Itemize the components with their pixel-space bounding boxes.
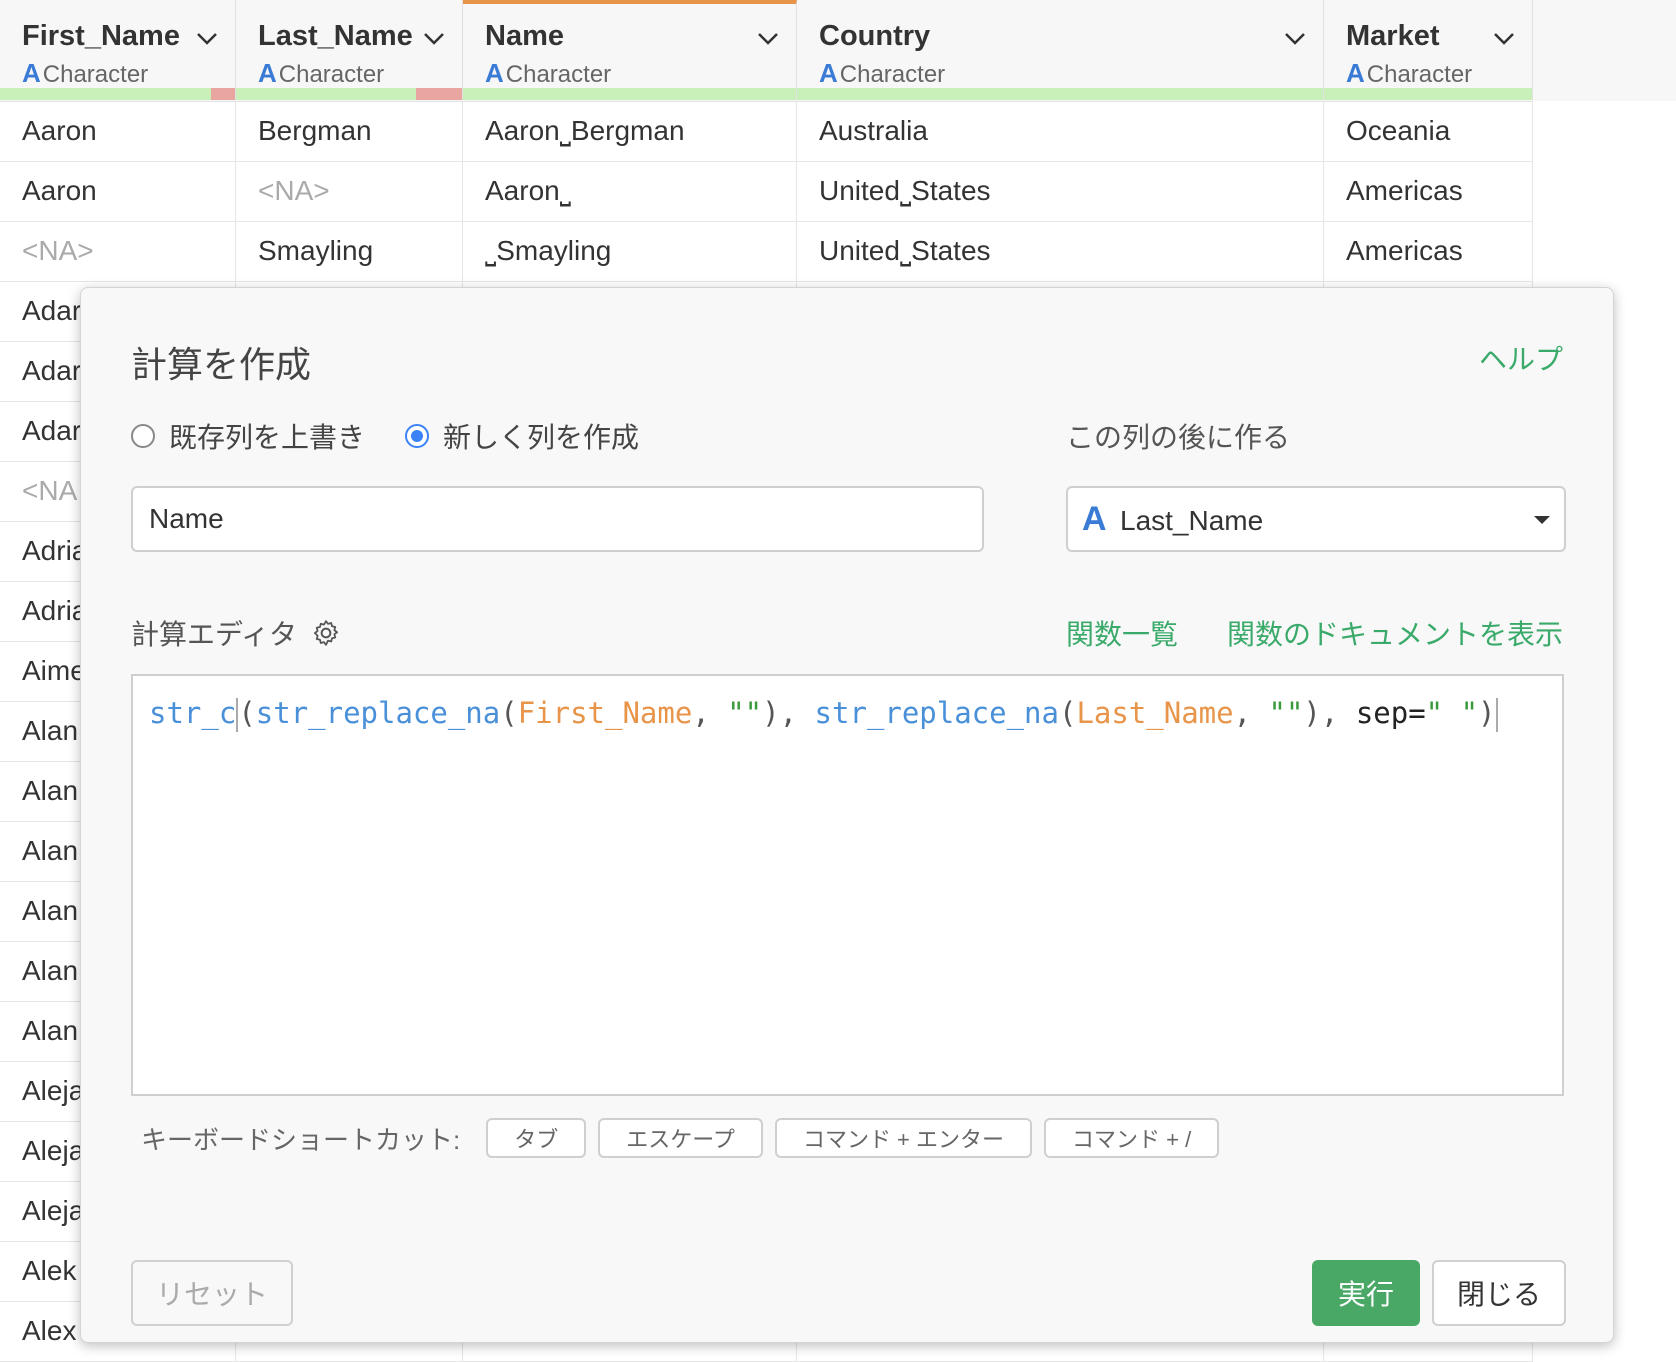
- text-cursor: [1495, 698, 1498, 732]
- character-type-icon: A: [819, 58, 838, 88]
- code-token-column: First_Name: [517, 696, 693, 730]
- quality-bar: [236, 88, 462, 100]
- gear-icon[interactable]: [311, 618, 341, 648]
- column-header-country[interactable]: Country ACharacter: [797, 0, 1324, 100]
- code-token-function: str_replace_na: [255, 696, 501, 730]
- quality-bar: [0, 88, 235, 100]
- cell[interactable]: United⎵States: [797, 161, 1324, 221]
- chevron-down-icon[interactable]: [420, 24, 448, 52]
- create-calculation-dialog: 計算を作成 ヘルプ 既存列を上書き 新しく列を作成 この列の後に作る A Las…: [80, 287, 1614, 1343]
- column-type: ACharacter: [22, 58, 149, 88]
- help-link[interactable]: ヘルプ: [1479, 338, 1563, 378]
- code-token-column: Last_Name: [1076, 696, 1234, 730]
- shortcut-key: コマンド + エンター: [774, 1118, 1033, 1158]
- code-token-string: " ": [1425, 696, 1479, 730]
- code-editor[interactable]: str_c(str_replace_na(First_Name, ""), st…: [131, 674, 1564, 1096]
- column-type: ACharacter: [1346, 58, 1473, 88]
- chevron-down-icon[interactable]: [1281, 24, 1309, 52]
- radio-new-column[interactable]: 新しく列を作成: [405, 416, 639, 456]
- code-line[interactable]: str_c(str_replace_na(First_Name, ""), st…: [149, 696, 1498, 732]
- after-column-select[interactable]: A Last_Name: [1066, 486, 1566, 552]
- column-type: ACharacter: [819, 58, 946, 88]
- cell[interactable]: Bergman: [236, 101, 463, 161]
- shortcut-key: コマンド + /: [1044, 1118, 1220, 1158]
- character-type-icon: A: [22, 58, 41, 88]
- radio-circle[interactable]: [131, 424, 155, 448]
- character-type-icon: A: [485, 58, 504, 88]
- chevron-down-icon[interactable]: [193, 24, 221, 52]
- na-indicator: [416, 88, 462, 100]
- function-list-link[interactable]: 関数一覧: [1066, 613, 1178, 653]
- run-button[interactable]: 実行: [1312, 1260, 1420, 1326]
- cell[interactable]: Aaron: [0, 101, 236, 161]
- column-header-last-name[interactable]: Last_Name ACharacter: [236, 0, 463, 100]
- function-docs-link[interactable]: 関数のドキュメントを表示: [1227, 613, 1563, 653]
- radio-overwrite[interactable]: 既存列を上書き: [131, 416, 365, 456]
- keyboard-shortcuts: キーボードショートカット: タブ エスケープ コマンド + エンター コマンド …: [141, 1118, 1220, 1158]
- cell-na[interactable]: <NA>: [0, 221, 236, 281]
- cell[interactable]: Americas: [1324, 161, 1533, 221]
- column-name: Country: [819, 20, 931, 52]
- character-type-icon: A: [1346, 58, 1365, 88]
- radio-circle-selected[interactable]: [405, 424, 430, 448]
- after-column-label: この列の後に作る: [1066, 422, 1291, 453]
- mode-radio-group: 既存列を上書き 新しく列を作成: [131, 416, 639, 456]
- code-token-string: "": [727, 696, 763, 730]
- new-column-name-input[interactable]: [131, 486, 984, 552]
- column-name: Name: [485, 20, 564, 52]
- shortcut-key: タブ: [486, 1118, 587, 1158]
- code-token-string: "": [1268, 696, 1304, 730]
- reset-button[interactable]: リセット: [131, 1260, 293, 1326]
- caret-down-icon: [1534, 516, 1550, 524]
- cell[interactable]: Aaron⎵Bergman: [463, 101, 797, 161]
- table-row[interactable]: Aaron <NA> Aaron⎵ United⎵States Americas: [0, 161, 1533, 222]
- chevron-down-icon[interactable]: [754, 24, 782, 52]
- na-indicator: [211, 88, 235, 100]
- cell[interactable]: Aaron: [0, 161, 236, 221]
- close-button[interactable]: 閉じる: [1432, 1260, 1566, 1326]
- header-row: First_Name ACharacter Last_Name ACharact…: [0, 0, 1676, 102]
- column-name: Market: [1346, 20, 1440, 52]
- cell[interactable]: United⎵States: [797, 221, 1324, 281]
- quality-bar: [797, 88, 1323, 100]
- character-type-icon: A: [1082, 500, 1107, 538]
- dialog-title: 計算を作成: [131, 344, 312, 385]
- cell[interactable]: ⎵Smayling: [463, 221, 797, 281]
- column-header-market[interactable]: Market ACharacter: [1324, 0, 1533, 100]
- column-type: ACharacter: [258, 58, 385, 88]
- column-name: First_Name: [22, 20, 180, 52]
- editor-label: 計算エディタ: [131, 613, 341, 653]
- cell[interactable]: Oceania: [1324, 101, 1533, 161]
- table-row[interactable]: <NA> Smayling ⎵Smayling United⎵States Am…: [0, 221, 1533, 282]
- column-name: Last_Name: [258, 20, 413, 52]
- cell[interactable]: Australia: [797, 101, 1324, 161]
- column-header-name[interactable]: Name ACharacter: [463, 0, 797, 100]
- column-type: ACharacter: [485, 58, 612, 88]
- column-header-first-name[interactable]: First_Name ACharacter: [0, 0, 236, 100]
- cell[interactable]: Aaron⎵: [463, 161, 797, 221]
- quality-bar: [1324, 88, 1532, 100]
- table-row[interactable]: Aaron Bergman Aaron⎵Bergman Australia Oc…: [0, 101, 1533, 162]
- code-token-function: str_c: [149, 696, 237, 730]
- code-token-arg: sep=: [1355, 696, 1426, 730]
- cell[interactable]: Americas: [1324, 221, 1533, 281]
- shortcuts-label: キーボードショートカット:: [141, 1124, 461, 1155]
- code-token-function: str_replace_na: [814, 696, 1059, 730]
- shortcut-key: エスケープ: [598, 1118, 763, 1158]
- cell-na[interactable]: <NA>: [236, 161, 463, 221]
- selected-column: Last_Name: [1120, 505, 1264, 536]
- cell[interactable]: Smayling: [236, 221, 463, 281]
- quality-bar: [463, 88, 796, 100]
- chevron-down-icon[interactable]: [1490, 24, 1518, 52]
- character-type-icon: A: [258, 58, 277, 88]
